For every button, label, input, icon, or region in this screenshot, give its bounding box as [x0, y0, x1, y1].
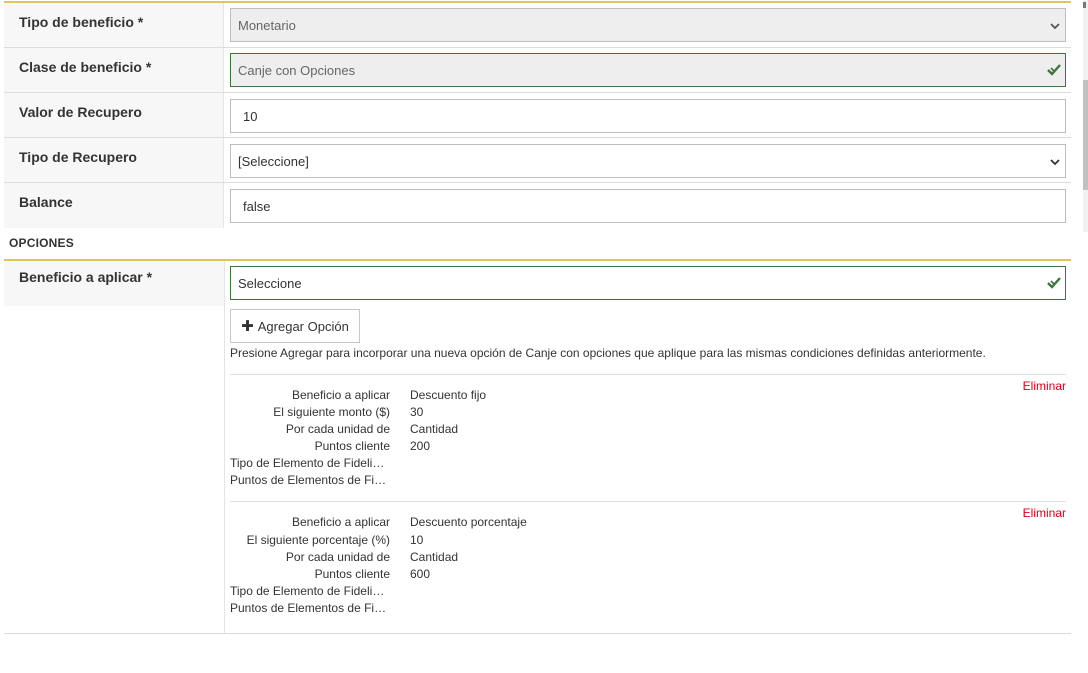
option-card: Eliminar Beneficio a aplicar Descuento fi…	[230, 374, 1066, 501]
scrollbar-arrow[interactable]	[1083, 2, 1086, 8]
check-icon	[1047, 64, 1061, 76]
add-option-button[interactable]: ✚ Agregar Opción	[230, 309, 360, 343]
field-label: Beneficio a aplicar *	[4, 261, 224, 306]
delete-option-link[interactable]: Eliminar	[1023, 379, 1066, 393]
field-label: Tipo de beneficio *	[4, 3, 224, 47]
field-label: Tipo de Recupero	[4, 138, 224, 182]
field-label: Clase de beneficio *	[4, 48, 224, 92]
field-label: Valor de Recupero	[4, 93, 224, 137]
help-text: Presione Agregar para incorporar una nue…	[230, 346, 986, 360]
section-title-opciones: OPCIONES	[9, 236, 74, 250]
chevron-down-icon	[1050, 159, 1060, 166]
form-row-clase-beneficio: Clase de beneficio * Canje con Opciones	[4, 48, 1071, 93]
scrollbar-thumb[interactable]	[1083, 80, 1088, 190]
form-row-balance: Balance false	[4, 183, 1071, 228]
plus-icon: ✚	[241, 317, 254, 335]
chevron-down-icon	[1050, 23, 1060, 30]
balance-input[interactable]: false	[230, 189, 1066, 223]
field-label: Balance	[4, 183, 224, 228]
valor-recupero-input[interactable]: 10	[230, 99, 1066, 133]
form-row-tipo-beneficio: Tipo de beneficio * Monetario	[4, 3, 1071, 48]
beneficio-aplicar-select[interactable]: Seleccione	[230, 266, 1066, 300]
tipo-recupero-select[interactable]: [Seleccione]	[230, 144, 1066, 178]
form-row-valor-recupero: Valor de Recupero 10	[4, 93, 1071, 138]
clase-beneficio-field[interactable]: Canje con Opciones	[230, 53, 1066, 87]
form-row-tipo-recupero: Tipo de Recupero [Seleccione]	[4, 138, 1071, 183]
tipo-beneficio-select[interactable]: Monetario	[230, 8, 1066, 42]
delete-option-link[interactable]: Eliminar	[1023, 506, 1066, 520]
column-divider	[224, 261, 225, 634]
option-card: Eliminar Beneficio a aplicar Descuento po…	[230, 501, 1066, 631]
section-bottom-border	[4, 633, 1071, 634]
check-icon	[1047, 277, 1061, 289]
